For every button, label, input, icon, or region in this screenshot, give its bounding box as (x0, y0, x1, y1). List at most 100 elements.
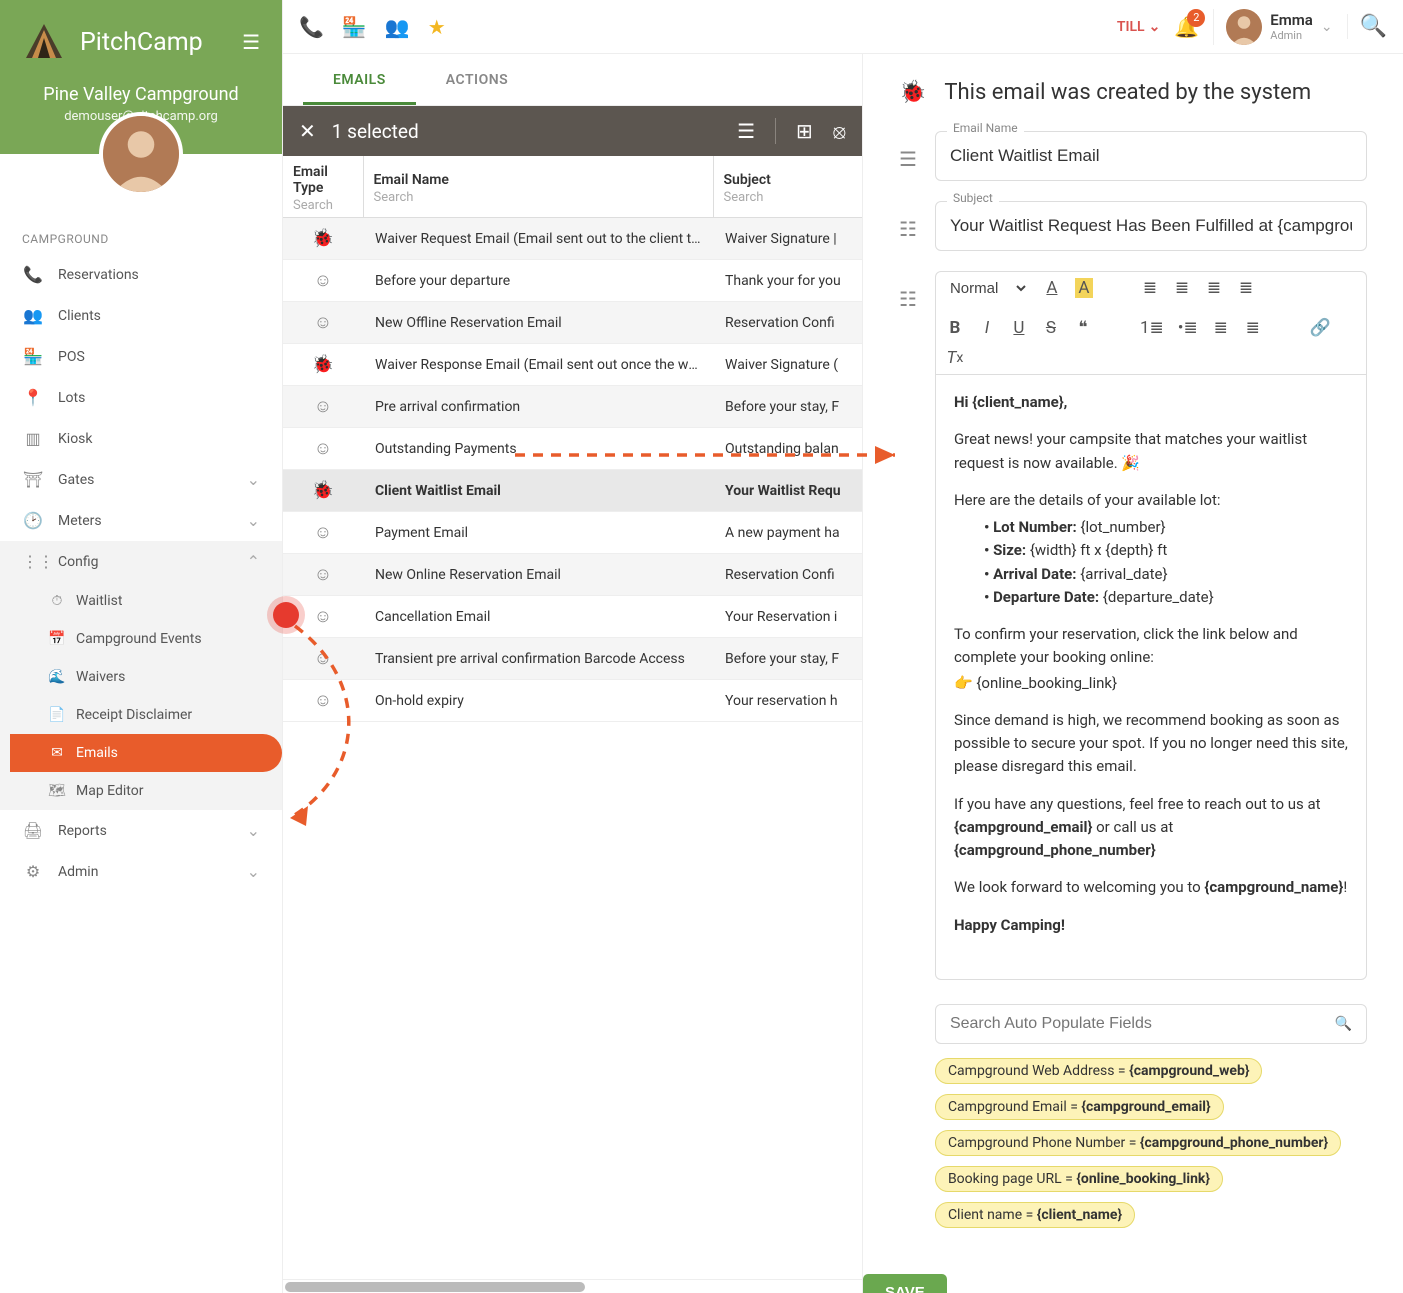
star-icon[interactable]: ★ (428, 15, 446, 39)
table-row[interactable]: ☺New Offline Reservation EmailReservatio… (283, 302, 862, 344)
sidebar-item-meters[interactable]: 🕑Meters⌄ (0, 500, 282, 541)
col-subject[interactable]: SubjectSearch (713, 156, 862, 218)
auto-populate-chip[interactable]: Booking page URL = {online_booking_link} (935, 1166, 1223, 1192)
table-row[interactable]: ☺On-hold expiryYour reservation h (283, 680, 862, 722)
type-icon: ☺ (283, 680, 363, 722)
phone-icon[interactable]: 📞 (299, 15, 324, 39)
sidebar-item-waitlist[interactable]: ⏱Waitlist (0, 582, 282, 620)
filter-icon[interactable]: ☰ (737, 119, 755, 143)
outdent-icon[interactable]: ≣ (1212, 318, 1230, 338)
sidebar-item-clients[interactable]: 👥Clients (0, 295, 282, 336)
search-icon[interactable]: 🔍 (1347, 14, 1387, 39)
subject-input[interactable] (935, 201, 1367, 251)
bold-icon[interactable]: B (946, 318, 964, 338)
table-row[interactable]: 🐞Waiver Request Email (Email sent out to… (283, 218, 862, 260)
type-icon: ☺ (283, 512, 363, 554)
user-menu[interactable]: Emma Admin ⌄ (1213, 9, 1332, 45)
align-left-icon[interactable]: ≣ (1141, 278, 1159, 298)
sidebar-item-pos[interactable]: 🏪POS (0, 336, 282, 377)
sidebar-item-reservations[interactable]: 📞Reservations (0, 254, 282, 295)
sidebar-item-lots[interactable]: 📍Lots (0, 377, 282, 418)
auto-populate-chip[interactable]: Campground Phone Number = {campground_ph… (935, 1130, 1341, 1156)
table-row[interactable]: ☺Pre arrival confirmationBefore your sta… (283, 386, 862, 428)
table-row[interactable]: ☺Outstanding PaymentsOutstanding balan (283, 428, 862, 470)
align-justify-icon[interactable]: ≣ (1237, 278, 1255, 298)
link-icon[interactable]: 🔗 (1310, 318, 1331, 338)
subject-cell: Thank your for you (713, 260, 862, 302)
table-row[interactable]: 🐞Client Waitlist EmailYour Waitlist Requ (283, 470, 862, 512)
email-name-cell: Waiver Request Email (Email sent out to … (363, 218, 713, 260)
close-icon[interactable]: ✕ (299, 119, 316, 143)
underline-icon[interactable]: U (1010, 318, 1028, 338)
table-row[interactable]: ☺Transient pre arrival confirmation Barc… (283, 638, 862, 680)
auto-populate-chip[interactable]: Campground Web Address = {campground_web… (935, 1058, 1263, 1084)
type-icon: ☺ (283, 260, 363, 302)
subject-cell: Waiver Signature | (713, 218, 862, 260)
user-avatar[interactable] (99, 112, 183, 196)
kiosk-icon: ▥ (22, 429, 44, 448)
email-body-editor[interactable]: Hi {client_name}, Great news! your camps… (935, 374, 1367, 980)
sidebar-item-kiosk[interactable]: ▥Kiosk (0, 418, 282, 459)
sidebar-item-admin[interactable]: ⚙Admin⌄ (0, 851, 282, 892)
sidebar-item-emails[interactable]: ✉Emails (10, 734, 282, 772)
notifications-button[interactable]: 🔔2 (1174, 15, 1199, 39)
brand-block: PitchCamp ☰ Pine Valley Campground demou… (0, 0, 282, 154)
tab-emails[interactable]: EMAILS (303, 54, 416, 105)
indent-icon[interactable]: ≣ (1244, 318, 1262, 338)
store-icon[interactable]: 🏪 (342, 15, 367, 39)
table-row[interactable]: ☺New Online Reservation EmailReservation… (283, 554, 862, 596)
auto-populate-chip[interactable]: Client name = {client_name} (935, 1202, 1135, 1228)
sidebar-item-receipt-disclaimer[interactable]: 📄Receipt Disclaimer (0, 696, 282, 734)
horizontal-scrollbar[interactable] (283, 1279, 862, 1293)
quote-icon[interactable]: ❝ (1074, 318, 1092, 338)
type-icon: 🐞 (283, 344, 363, 386)
sidebar-item-waivers[interactable]: 🌊Waivers (0, 658, 282, 696)
sidebar-item-config[interactable]: ⋮⋮Config⌃ (0, 541, 282, 582)
main: 📞 🏪 👥 ★ TILL ⌄ 🔔2 Emma Admin ⌄ 🔍 (283, 0, 1403, 1293)
sidebar-item-reports[interactable]: 🖨Reports⌄ (0, 810, 282, 851)
store-icon: 🏪 (22, 347, 44, 366)
email-name-cell: Cancellation Email (363, 596, 713, 638)
tab-actions[interactable]: ACTIONS (416, 54, 538, 105)
add-icon[interactable]: ⊞ (796, 119, 813, 143)
save-button[interactable]: SAVE (863, 1274, 947, 1293)
gear-icon: ⚙ (22, 862, 44, 881)
table-row[interactable]: ☺Before your departureThank your for you (283, 260, 862, 302)
sidebar-item-campground-events[interactable]: 📅Campground Events (0, 620, 282, 658)
col-email-name[interactable]: Email NameSearch (363, 156, 713, 218)
strike-icon[interactable]: S (1042, 318, 1060, 338)
email-name-cell: Payment Email (363, 512, 713, 554)
nav-section-label: CAMPGROUND (0, 224, 282, 254)
highlight-icon[interactable]: A (1075, 278, 1093, 298)
layers-off-icon[interactable]: ⦻ (833, 119, 846, 143)
align-center-icon[interactable]: ≣ (1173, 278, 1191, 298)
clear-format-icon[interactable]: Tx (946, 348, 964, 368)
ordered-list-icon[interactable]: 1≣ (1140, 318, 1164, 338)
till-dropdown[interactable]: TILL ⌄ (1117, 19, 1161, 35)
campground-name: Pine Valley Campground (22, 84, 260, 105)
bullet-list-icon[interactable]: •≣ (1178, 318, 1198, 338)
email-name-cell: New Online Reservation Email (363, 554, 713, 596)
chevron-down-icon: ⌄ (247, 862, 260, 881)
table-row[interactable]: 🐞Waiver Response Email (Email sent out o… (283, 344, 862, 386)
auto-populate-search[interactable]: 🔍 (935, 1004, 1367, 1044)
align-right-icon[interactable]: ≣ (1205, 278, 1223, 298)
font-color-icon[interactable]: A (1043, 278, 1061, 298)
table-scroll[interactable]: Email TypeSearch Email NameSearch Subjec… (283, 156, 862, 1279)
auto-populate-input[interactable] (950, 1015, 1335, 1033)
sidebar-item-map-editor[interactable]: 🗺Map Editor (0, 772, 282, 810)
email-name-label: Email Name (947, 121, 1024, 135)
email-name-input[interactable] (935, 131, 1367, 181)
sidebar-item-gates[interactable]: ⛩Gates⌄ (0, 459, 282, 500)
format-select[interactable]: Normal (946, 279, 1029, 298)
chevron-down-icon: ⌄ (1321, 19, 1333, 35)
hamburger-icon[interactable]: ☰ (242, 30, 260, 54)
table-row[interactable]: ☺Cancellation EmailYour Reservation i (283, 596, 862, 638)
auto-populate-chip[interactable]: Campground Email = {campground_email} (935, 1094, 1224, 1120)
table-row[interactable]: ☺Payment EmailA new payment ha (283, 512, 862, 554)
email-name-cell: Pre arrival confirmation (363, 386, 713, 428)
italic-icon[interactable]: I (978, 318, 996, 338)
subject-cell: Before your stay, F (713, 638, 862, 680)
people-icon[interactable]: 👥 (385, 15, 410, 39)
col-email-type[interactable]: Email TypeSearch (283, 156, 363, 218)
